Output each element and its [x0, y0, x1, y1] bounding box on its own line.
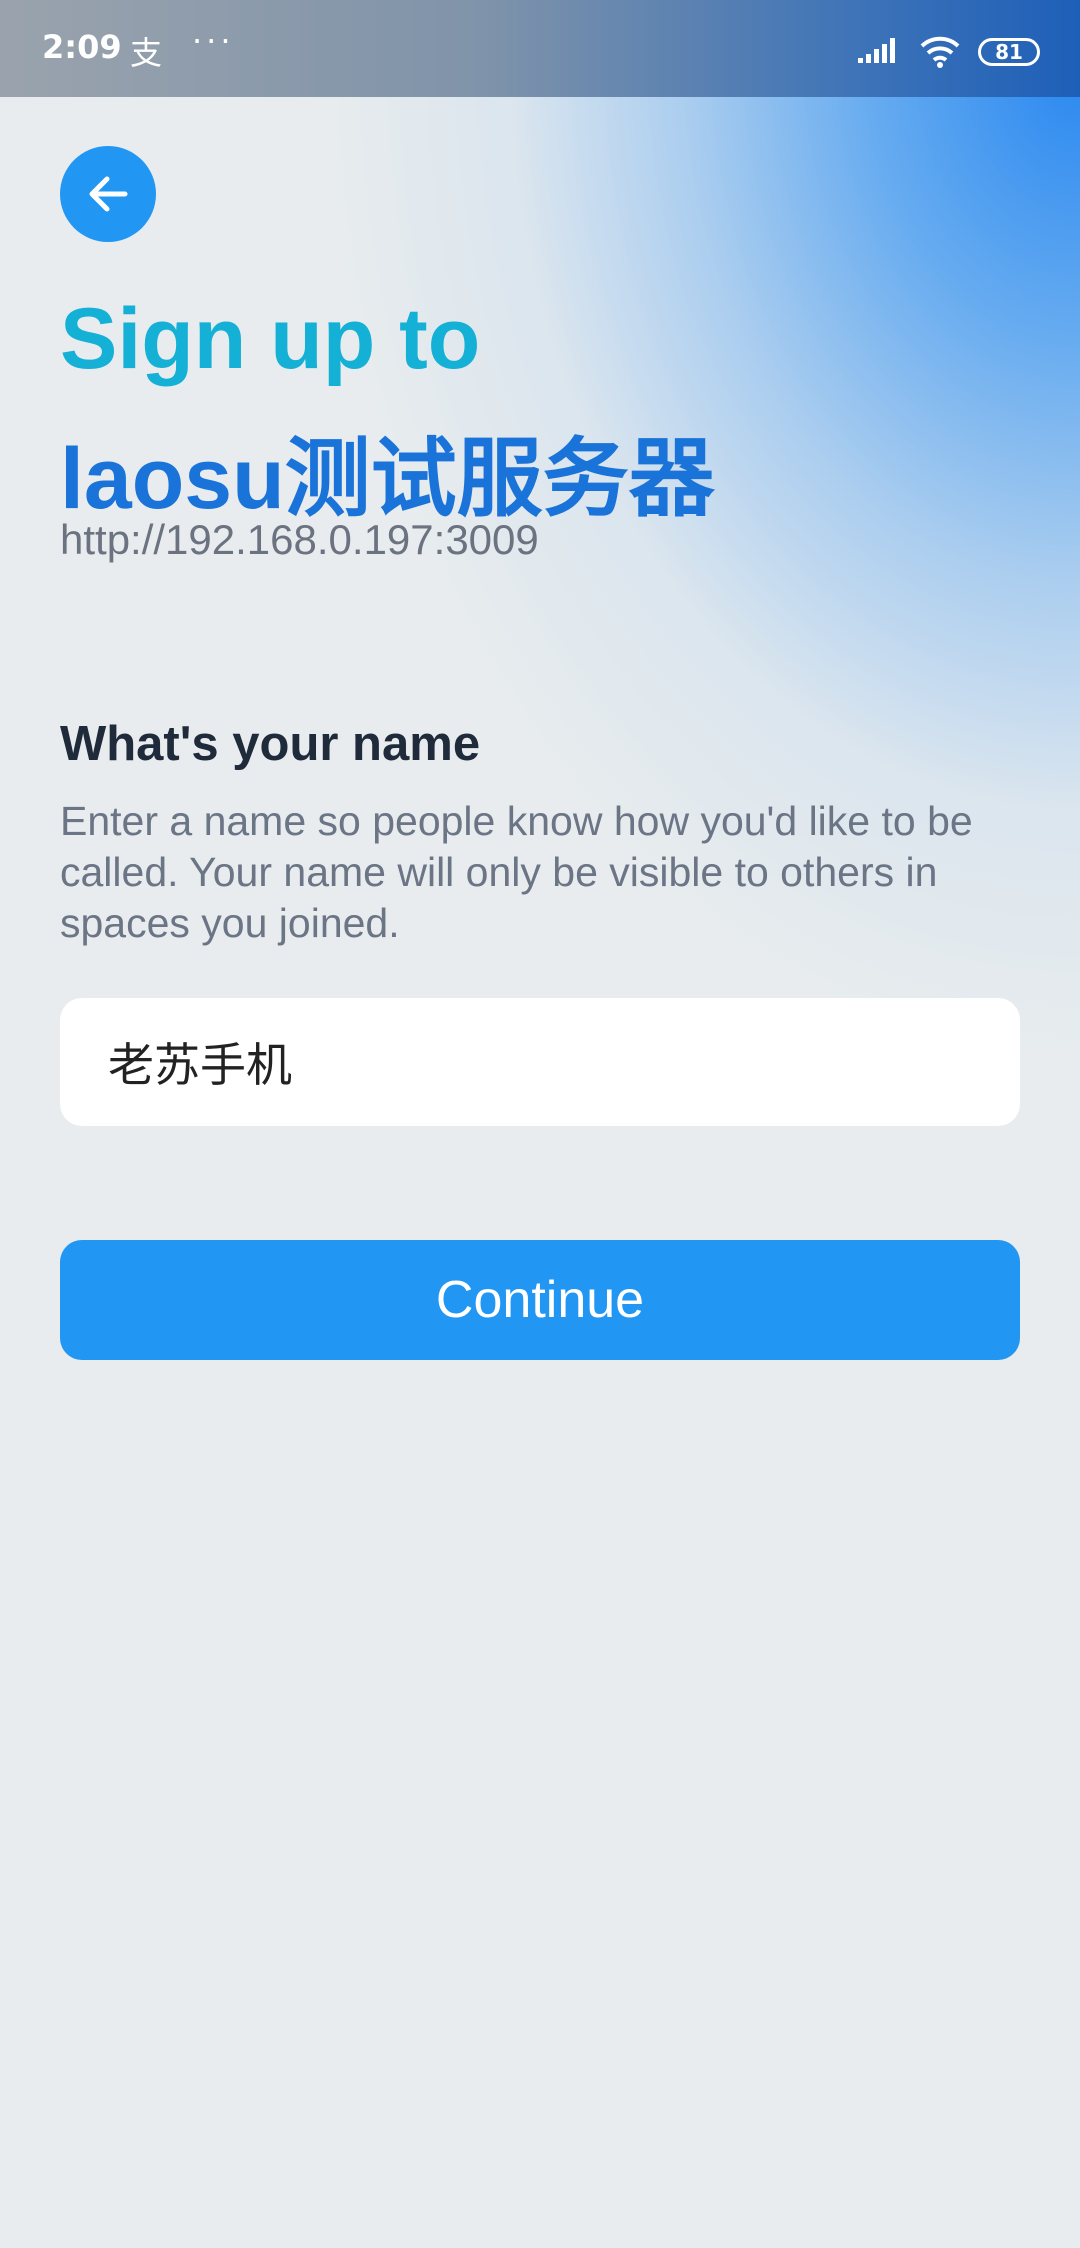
status-time: 2:09: [42, 28, 122, 66]
arrow-left-icon: [89, 176, 128, 212]
continue-button[interactable]: Continue: [60, 1240, 1020, 1360]
name-section-heading: What's your name: [60, 717, 481, 771]
display-name-input[interactable]: [60, 998, 1020, 1126]
status-bar: 2:09 支 ··· 81: [0, 0, 1080, 97]
name-section-description: Enter a name so people know how you'd li…: [60, 798, 973, 946]
alipay-icon: 支: [130, 34, 163, 72]
more-notifications-icon: ···: [192, 22, 235, 60]
battery-indicator: 81: [978, 38, 1040, 66]
server-url: http://192.168.0.197:3009: [60, 516, 539, 563]
wifi-icon: [920, 36, 960, 68]
back-button[interactable]: [60, 146, 156, 242]
page-title-line1: Sign up to: [60, 291, 481, 387]
page-title-server-name: laosu测试服务器: [60, 431, 715, 527]
signal-icon: [858, 38, 895, 63]
